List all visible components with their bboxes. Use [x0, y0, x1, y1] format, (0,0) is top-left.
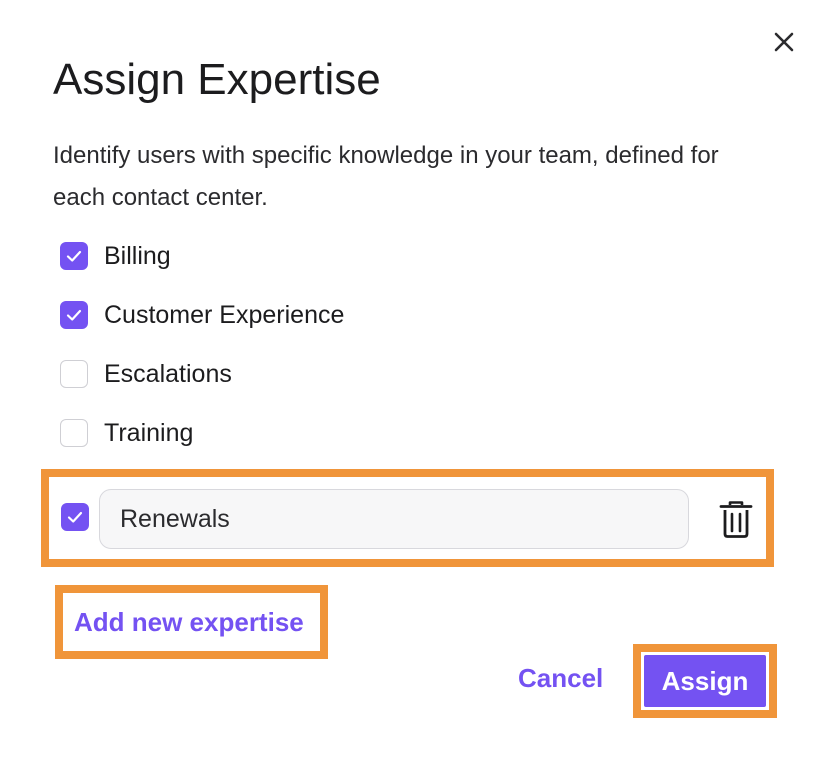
dialog-title: Assign Expertise — [53, 55, 381, 104]
escalations-checkbox[interactable] — [60, 360, 88, 388]
add-new-expertise-highlight: Add new expertise — [55, 585, 328, 659]
assign-expertise-dialog: Assign Expertise Identify users with spe… — [0, 0, 825, 765]
new-expertise-checkbox[interactable] — [61, 503, 89, 531]
new-expertise-row — [41, 469, 774, 567]
customer-experience-checkbox[interactable] — [60, 301, 88, 329]
option-label: Customer Experience — [104, 300, 345, 329]
option-label: Training — [104, 418, 194, 447]
new-expertise-input[interactable] — [99, 489, 689, 549]
option-label: Escalations — [104, 359, 232, 388]
option-customer-experience[interactable]: Customer Experience — [60, 300, 344, 330]
option-escalations[interactable]: Escalations — [60, 359, 232, 389]
close-icon — [774, 32, 794, 52]
check-icon — [66, 250, 82, 262]
dialog-description: Identify users with specific knowledge i… — [53, 142, 719, 211]
option-billing[interactable]: Billing — [60, 241, 171, 271]
trash-icon — [719, 501, 753, 538]
assign-button-highlight: Assign — [633, 644, 777, 718]
check-icon — [67, 511, 83, 523]
add-new-expertise-link[interactable]: Add new expertise — [74, 607, 304, 638]
option-label: Billing — [104, 241, 171, 270]
assign-button[interactable]: Assign — [644, 655, 766, 707]
delete-expertise-button[interactable] — [717, 499, 755, 539]
option-training[interactable]: Training — [60, 418, 193, 448]
cancel-button[interactable]: Cancel — [518, 663, 603, 694]
training-checkbox[interactable] — [60, 419, 88, 447]
check-icon — [66, 309, 82, 321]
close-button[interactable] — [770, 28, 798, 56]
billing-checkbox[interactable] — [60, 242, 88, 270]
